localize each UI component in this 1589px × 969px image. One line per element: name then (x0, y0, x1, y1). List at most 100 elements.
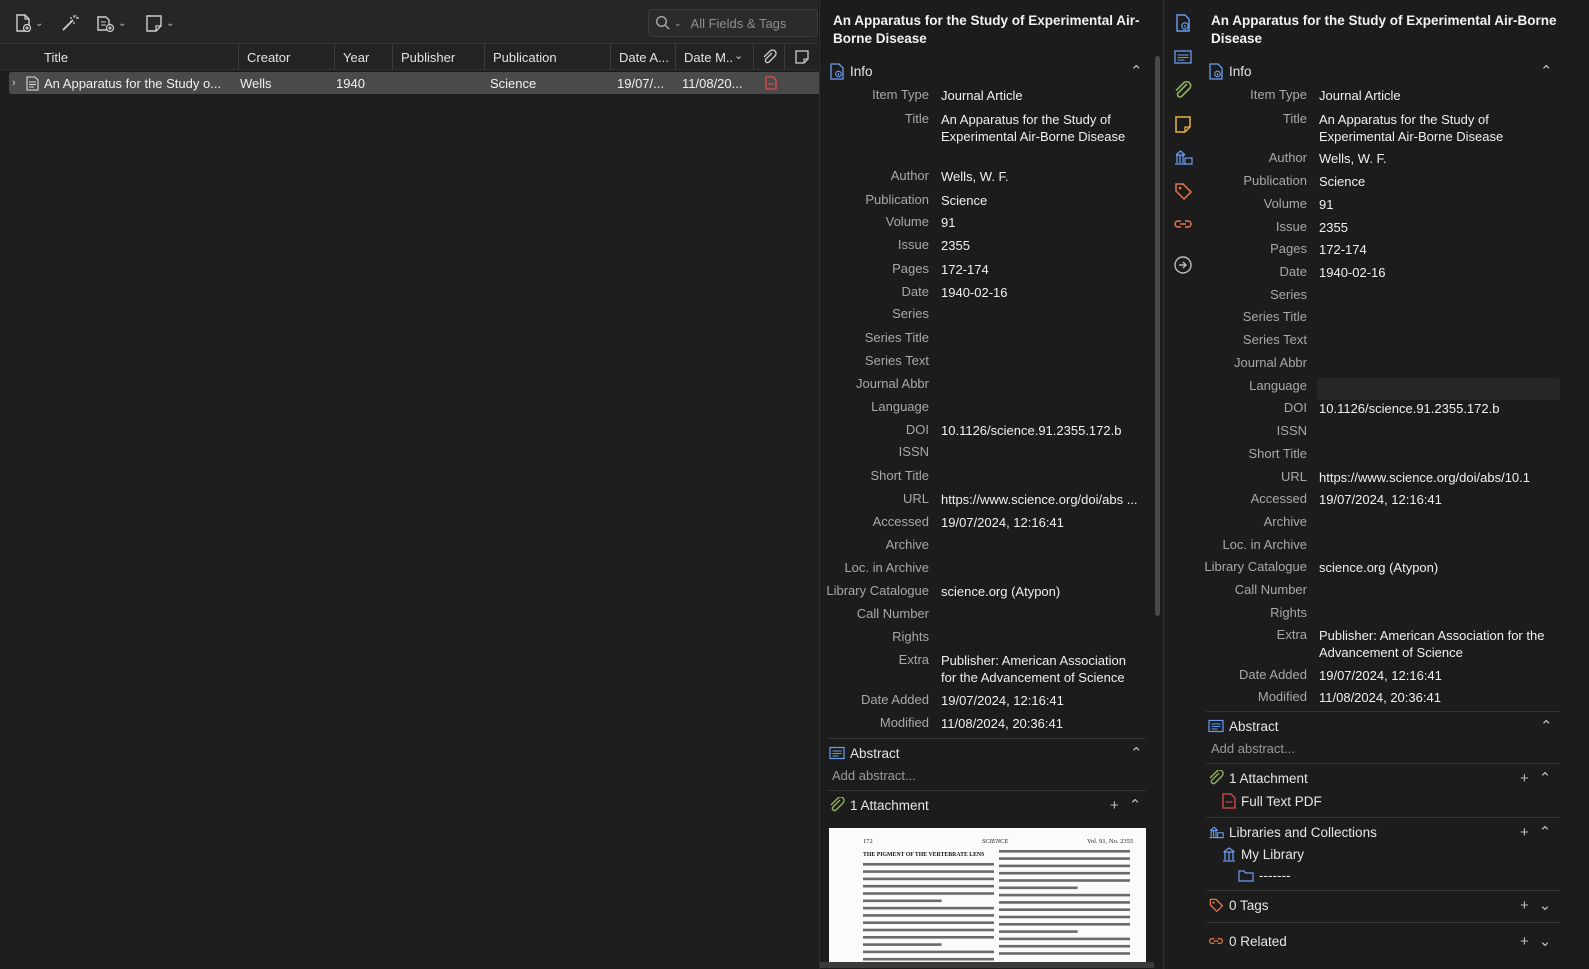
info-section-header[interactable]: Info (1208, 61, 1252, 81)
field-value[interactable]: An Apparatus for the Study of Experiment… (1319, 111, 1559, 145)
collapse-chevron-icon[interactable]: ⌃ (1540, 716, 1553, 736)
field-value[interactable]: 2355 (941, 237, 1143, 254)
field-value[interactable]: 91 (941, 214, 1143, 231)
field-value[interactable]: 2355 (1319, 219, 1559, 236)
field-value[interactable]: 1940-02-16 (941, 284, 1143, 301)
field-value[interactable]: 19/07/2024, 12:16:41 (1319, 667, 1559, 684)
sort-chevron-icon[interactable]: ⌄ (734, 49, 743, 62)
field-label: Language (1249, 378, 1307, 393)
column-date-modified[interactable]: Date M... (675, 44, 733, 70)
abstract-input[interactable]: Add abstract... (1211, 741, 1295, 756)
tags-section-header[interactable]: 0 Tags (1208, 895, 1269, 915)
field-value[interactable]: https://www.science.org/doi/abs ... (941, 491, 1143, 508)
abstract-input[interactable]: Add abstract... (832, 768, 916, 783)
search-field[interactable]: ⌄ All Fields & Tags (648, 9, 818, 37)
related-section-header[interactable]: 0 Related (1208, 931, 1287, 951)
locate-icon[interactable] (1173, 255, 1193, 275)
pdf-preview[interactable]: 172 SCIENCE Vol. 91, No. 2355 THE PIGMEN… (829, 828, 1146, 962)
add-attachment-plus-icon[interactable]: + (1520, 770, 1529, 787)
collapse-chevron-icon[interactable]: ⌃ (1130, 61, 1143, 81)
divider (1206, 763, 1560, 764)
search-placeholder[interactable]: All Fields & Tags (691, 16, 787, 31)
table-row[interactable]: › An Apparatus for the Study o... Wells … (9, 72, 821, 94)
field-value[interactable]: Wells, W. F. (941, 168, 1143, 185)
new-item-button[interactable]: ⌄ (14, 10, 43, 36)
field-value[interactable]: Science (1319, 173, 1559, 190)
tag-icon[interactable] (1173, 181, 1193, 201)
field-value[interactable]: 172-174 (1319, 241, 1559, 258)
info-section-header[interactable]: Info (829, 61, 873, 81)
column-publication[interactable]: Publication (484, 44, 610, 70)
language-input[interactable] (1317, 378, 1560, 400)
field-value[interactable]: 19/07/2024, 12:16:41 (941, 514, 1143, 531)
field-value[interactable]: 10.1126/science.91.2355.172.b (941, 422, 1143, 439)
column-notes[interactable] (784, 44, 818, 70)
field-value[interactable]: 1940-02-16 (1319, 264, 1559, 281)
expand-chevron-icon[interactable]: ⌄ (1539, 932, 1552, 950)
pdf-text-line (999, 886, 1078, 890)
field-value[interactable]: 172-174 (941, 261, 1143, 278)
column-date-added[interactable]: Date A... (610, 44, 675, 70)
notes-icon[interactable] (1173, 114, 1193, 134)
column-year[interactable]: Year (334, 44, 392, 70)
collapse-chevron-icon[interactable]: ⌃ (1130, 743, 1143, 763)
field-value[interactable]: Publisher: American Association for the … (941, 652, 1143, 686)
field-label: Series Text (1242, 332, 1307, 347)
abstract-section-header[interactable]: Abstract (1208, 716, 1279, 736)
field-value[interactable]: https://www.science.org/doi/abs/10.1 (1319, 469, 1559, 486)
field-value[interactable]: 19/07/2024, 12:16:41 (1319, 491, 1559, 508)
vertical-scrollbar[interactable] (1155, 56, 1160, 616)
abstract-section-header[interactable]: Abstract (829, 743, 900, 763)
libraries-collections-icon[interactable] (1173, 147, 1193, 167)
add-tag-plus-icon[interactable]: + (1520, 897, 1529, 914)
add-attachment-plus-icon[interactable]: + (1110, 797, 1119, 814)
field-value[interactable]: 11/08/2024, 20:36:41 (1319, 689, 1559, 706)
libraries-section-header[interactable]: Libraries and Collections (1208, 822, 1377, 842)
add-to-collection-plus-icon[interactable]: + (1520, 824, 1529, 841)
column-title[interactable]: Title (36, 44, 238, 70)
pdf-page-number: 172 (863, 838, 873, 845)
column-attachments[interactable] (753, 44, 784, 70)
new-note-button[interactable]: ⌄ (145, 10, 174, 36)
field-value[interactable]: 91 (1319, 196, 1559, 213)
abstract-icon[interactable] (1173, 47, 1193, 67)
info-icon[interactable] (1173, 13, 1193, 33)
field-value[interactable]: 19/07/2024, 12:16:41 (941, 692, 1143, 709)
library-row[interactable]: My Library (1222, 844, 1304, 864)
divider (828, 790, 1146, 791)
search-icon[interactable] (655, 15, 671, 31)
field-label: Rights (1270, 605, 1307, 620)
column-publisher[interactable]: Publisher (392, 44, 484, 70)
paperclip-icon[interactable] (1173, 80, 1193, 100)
attachment-row[interactable]: Full Text PDF (1222, 791, 1322, 811)
field-value[interactable]: Journal Article (1319, 87, 1559, 104)
pdf-icon[interactable] (765, 72, 777, 94)
attachments-section-header[interactable]: 1 Attachment (829, 795, 929, 815)
field-value[interactable]: An Apparatus for the Study of Experiment… (941, 111, 1143, 145)
field-value[interactable]: science.org (Atypon) (941, 583, 1143, 600)
field-value[interactable]: 11/08/2024, 20:36:41 (941, 715, 1143, 732)
expand-chevron-icon[interactable]: › (12, 72, 16, 94)
attachments-section-header[interactable]: 1 Attachment (1208, 768, 1308, 788)
collapse-chevron-icon[interactable]: ⌃ (1540, 61, 1553, 81)
pdf-text-line (999, 871, 1130, 875)
field-value[interactable]: Journal Article (941, 87, 1143, 104)
expand-chevron-icon[interactable]: ⌄ (1539, 896, 1552, 914)
field-value[interactable]: Wells, W. F. (1319, 150, 1559, 167)
horizontal-scrollbar[interactable] (820, 962, 1154, 968)
add-by-identifier-button[interactable] (60, 10, 80, 36)
add-related-plus-icon[interactable]: + (1520, 933, 1529, 950)
collapse-chevron-icon[interactable]: ⌃ (1129, 796, 1142, 814)
collapse-chevron-icon[interactable]: ⌃ (1539, 769, 1552, 787)
field-value[interactable]: Science (941, 192, 1143, 209)
field-label: Date (901, 284, 929, 299)
related-icon[interactable] (1173, 214, 1193, 234)
collection-row[interactable]: ------- (1238, 865, 1290, 885)
field-value[interactable]: 10.1126/science.91.2355.172.b (1319, 400, 1559, 417)
collapse-chevron-icon[interactable]: ⌃ (1539, 823, 1552, 841)
field-value[interactable]: Publisher: American Association for the … (1319, 627, 1559, 661)
field-value[interactable]: science.org (Atypon) (1319, 559, 1559, 576)
add-attachment-button[interactable]: ⌄ (95, 10, 126, 36)
column-creator[interactable]: Creator (238, 44, 334, 70)
chevron-down-icon[interactable]: ⌄ (674, 18, 682, 29)
